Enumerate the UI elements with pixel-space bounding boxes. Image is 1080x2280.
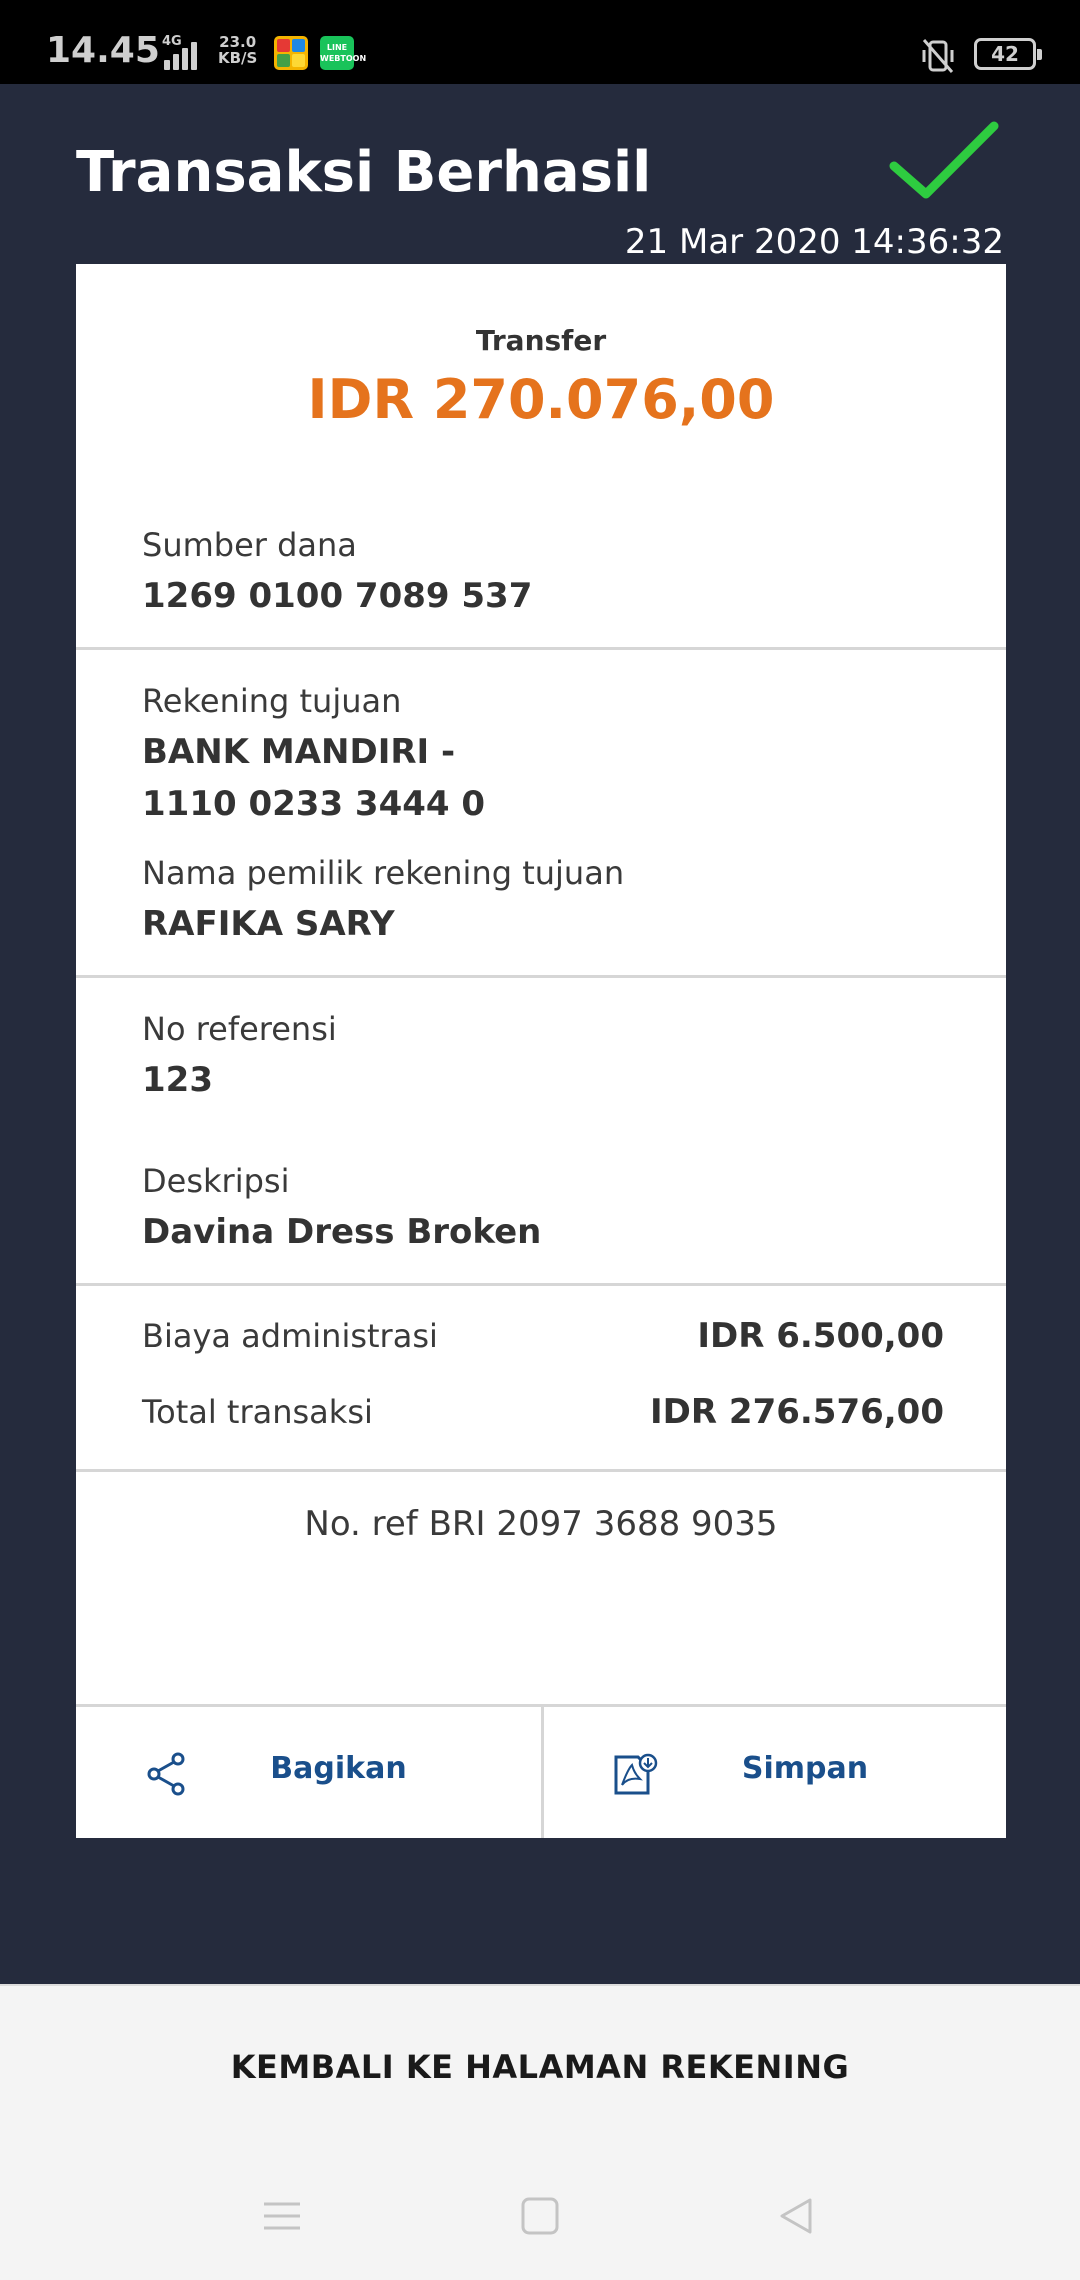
description-value: Davina Dress Broken [142,1212,542,1252]
fee-value: IDR 6.500,00 [697,1316,944,1356]
total-row: Total transaksi IDR 276.576,00 [142,1392,944,1432]
network-type: 4G [162,34,182,49]
source-label: Sumber dana [142,526,357,564]
save-label: Simpan [741,1751,869,1786]
battery-icon: 42 [974,38,1042,70]
description-label: Deskripsi [142,1162,290,1200]
total-label: Total transaksi [142,1393,373,1431]
destination-account: 1110 0233 3444 0 [142,784,486,824]
total-value: IDR 276.576,00 [650,1392,944,1432]
check-icon [889,121,999,199]
signal-icon: 4G [162,34,197,70]
fee-row: Biaya administrasi IDR 6.500,00 [142,1316,944,1356]
menu-nav-icon[interactable] [262,2196,302,2236]
save-button[interactable]: Simpan [541,1707,1006,1838]
reference-label: No referensi [142,1010,337,1048]
app-notification-icon [274,36,308,70]
owner-label: Nama pemilik rekening tujuan [142,854,625,892]
share-button[interactable]: Bagikan [76,1707,541,1838]
status-bar: 14.45 4G 23.0 KB/S LINE WEBTOON 42 [0,0,1080,84]
status-time: 14.45 [46,30,160,71]
destination-bank: BANK MANDIRI - [142,732,456,772]
reference-value: 123 [142,1060,213,1100]
mute-icon [922,39,954,73]
network-speed: 23.0 KB/S [218,33,258,67]
back-nav-icon[interactable] [776,2196,816,2236]
webtoon-notification-icon: LINE WEBTOON [320,36,366,70]
owner-name: RAFIKA SARY [142,904,395,944]
back-to-account-button[interactable]: KEMBALI KE HALAMAN REKENING [0,1984,1080,2148]
destination-section: Rekening tujuan BANK MANDIRI - 1110 0233… [76,650,1006,978]
destination-label: Rekening tujuan [142,682,402,720]
fee-section: Biaya administrasi IDR 6.500,00 Total tr… [76,1286,1006,1472]
share-label: Bagikan [270,1751,407,1786]
source-account: 1269 0100 7089 537 [142,576,533,616]
transaction-timestamp: 21 Mar 2020 14:36:32 [624,222,1004,262]
reference-section: No referensi 123 Deskripsi Davina Dress … [76,978,1006,1286]
receipt-card: Transfer IDR 270.076,00 Sumber dana 1269… [76,264,1006,1838]
action-bar: Bagikan Simpan [76,1704,1006,1838]
home-nav-icon[interactable] [520,2196,560,2236]
fee-label: Biaya administrasi [142,1317,438,1355]
back-to-account-label: KEMBALI KE HALAMAN REKENING [230,2048,850,2086]
source-section: Sumber dana 1269 0100 7089 537 [76,264,1006,650]
page-title: Transaksi Berhasil [76,140,652,205]
bri-reference: No. ref BRI 2097 3688 9035 [304,1504,778,1544]
system-nav-bar [0,2148,1080,2280]
